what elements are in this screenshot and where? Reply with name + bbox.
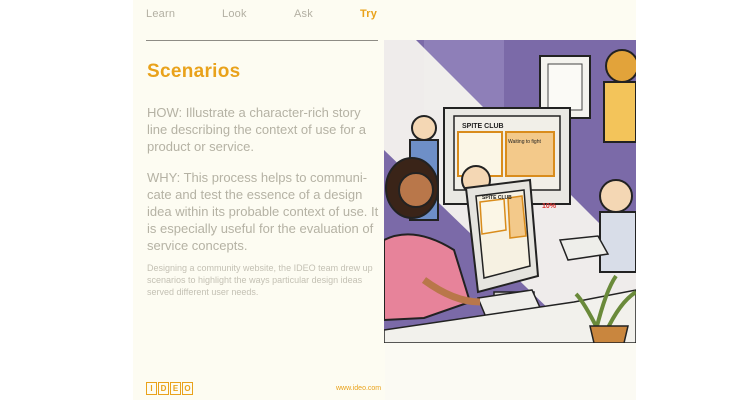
logo-letter: I	[146, 382, 157, 395]
plant-pot	[589, 325, 629, 343]
logo-letter: D	[158, 382, 169, 395]
tab-learn[interactable]: Learn	[146, 8, 175, 20]
ideo-logo: I D E O	[146, 382, 193, 395]
tab-look[interactable]: Look	[222, 8, 247, 20]
how-text: HOW: Illustrate a character-rich story l…	[147, 105, 366, 154]
screen-title: SPITE CLUB	[462, 123, 504, 130]
person-head	[411, 115, 437, 141]
person-head	[398, 172, 434, 208]
logo-letter: E	[170, 382, 181, 395]
screen-panel	[507, 195, 527, 239]
screen-panel	[479, 198, 507, 235]
screen-title: SPITE CLUB	[482, 195, 512, 201]
screen-subtitle: Waiting to fight	[508, 139, 541, 145]
person-head	[599, 179, 633, 213]
why-text: WHY: This process helps to communi-cate …	[147, 170, 379, 253]
page-title: Scenarios	[147, 61, 241, 82]
wall-frame-inner	[547, 63, 583, 111]
illustration-svg: SPITE CLUB Waiting to fight SPITE CLUB 1…	[384, 40, 636, 343]
tab-try[interactable]: Try	[360, 8, 377, 20]
tab-ask[interactable]: Ask	[294, 8, 313, 20]
logo-letter: O	[182, 382, 193, 395]
screen-percent: 10%	[542, 203, 557, 210]
method-tabs: Learn Look Ask Try	[146, 8, 378, 24]
person-head	[605, 49, 636, 83]
person-body	[603, 81, 636, 143]
person-body	[599, 211, 636, 273]
header-divider	[146, 40, 378, 41]
card-bottom-right	[385, 343, 636, 400]
scenario-illustration: SPITE CLUB Waiting to fight SPITE CLUB 1…	[384, 40, 636, 343]
caption-text: Designing a community website, the IDEO …	[147, 263, 373, 297]
website-url[interactable]: www.ideo.com	[336, 385, 381, 392]
